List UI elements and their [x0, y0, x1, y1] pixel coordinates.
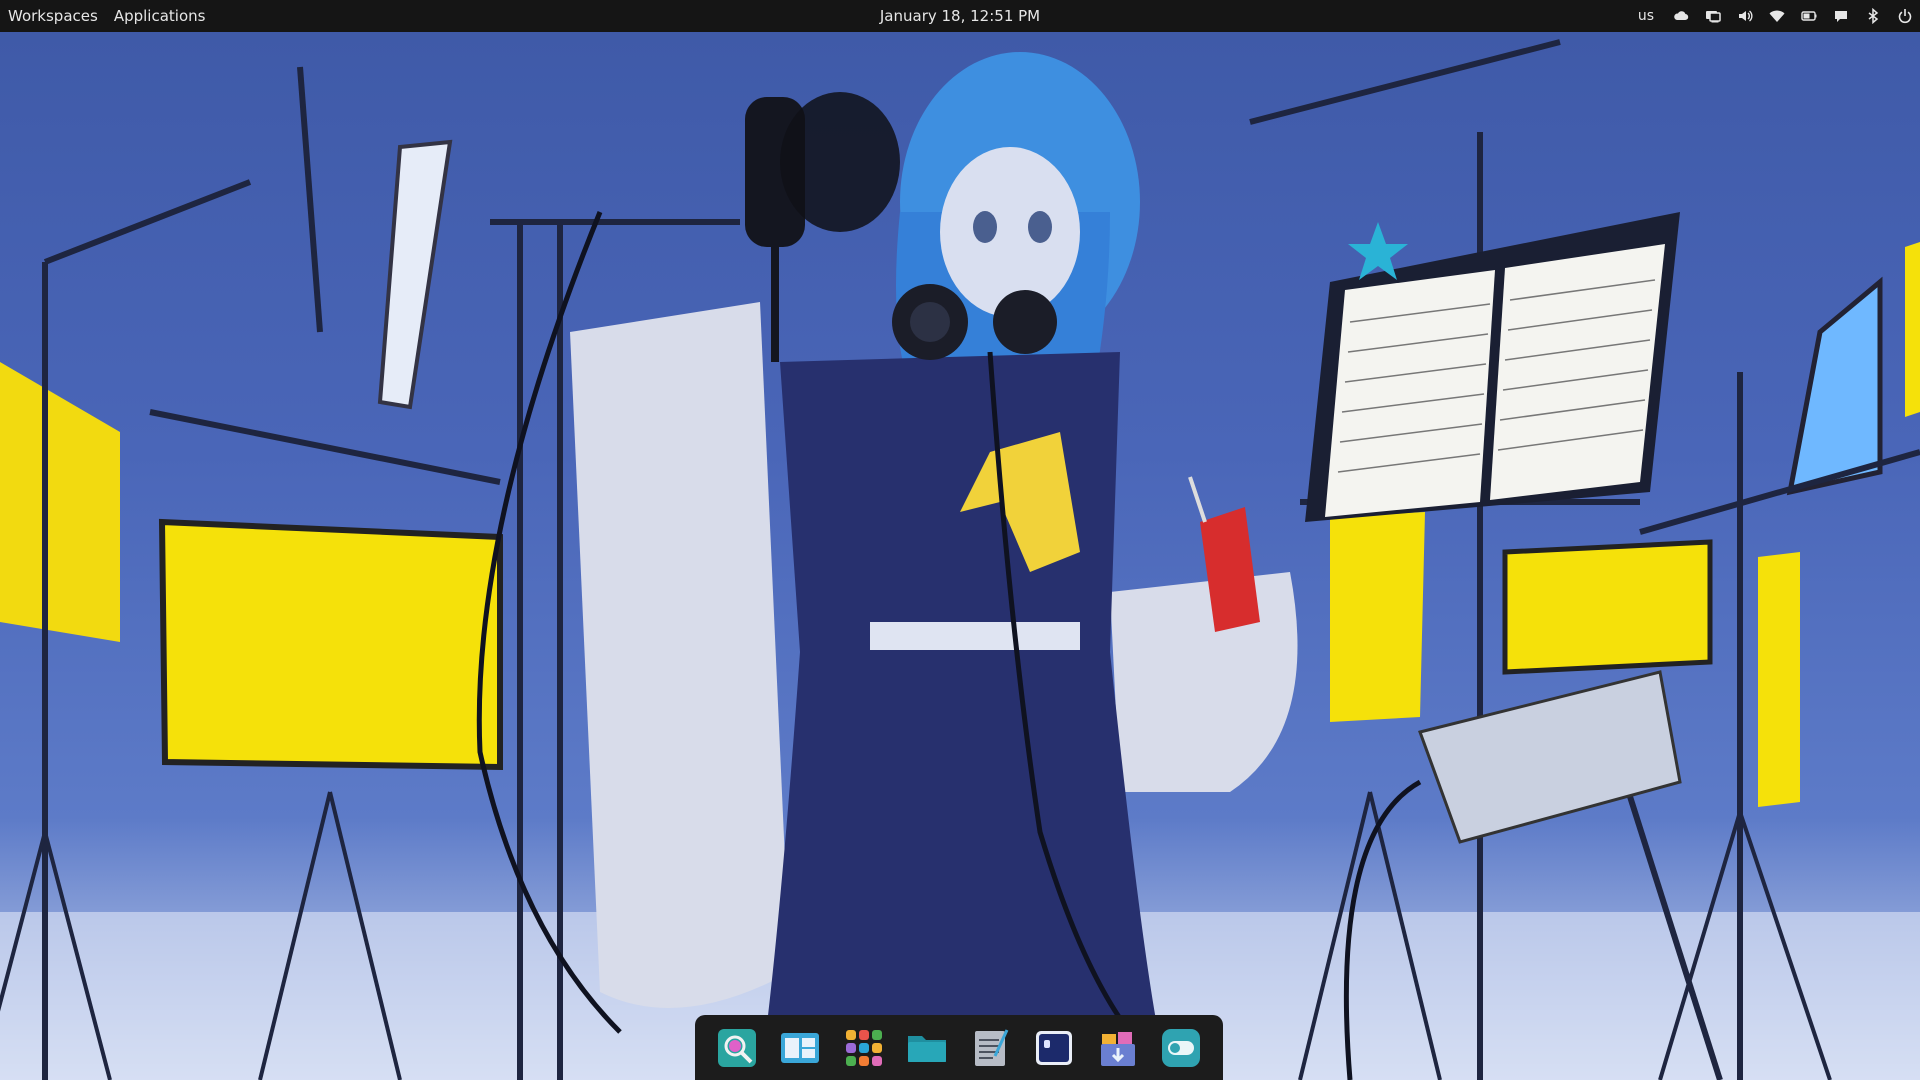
panel-left: Workspaces Applications [0, 0, 213, 32]
volume-icon[interactable] [1736, 7, 1754, 25]
power-icon[interactable] [1896, 7, 1914, 25]
top-panel: Workspaces Applications January 18, 12:5… [0, 0, 1920, 32]
applications-button[interactable]: Applications [106, 0, 214, 32]
dock [695, 1015, 1223, 1080]
notification-icon[interactable] [1832, 7, 1850, 25]
settings-toggle-icon[interactable] [1157, 1024, 1205, 1072]
desktop-wallpaper [0, 32, 1920, 1080]
bluetooth-icon[interactable] [1864, 7, 1882, 25]
keyboard-layout-indicator[interactable]: us [1638, 8, 1654, 24]
window-switcher-icon[interactable] [776, 1024, 824, 1072]
text-editor-icon[interactable] [967, 1024, 1015, 1072]
search-app-icon[interactable] [713, 1024, 761, 1072]
workspaces-button[interactable]: Workspaces [0, 0, 106, 32]
battery-icon[interactable] [1800, 7, 1818, 25]
wallpaper-illustration [0, 39, 1920, 1080]
cloud-icon[interactable] [1672, 7, 1690, 25]
app-grid-icon[interactable] [840, 1024, 888, 1072]
clock-button[interactable]: January 18, 12:51 PM [872, 0, 1048, 32]
store-installer-icon[interactable] [1094, 1024, 1142, 1072]
files-folder-icon[interactable] [903, 1024, 951, 1072]
wifi-icon[interactable] [1768, 7, 1786, 25]
system-tray: us [1638, 0, 1914, 32]
terminal-icon[interactable] [1030, 1024, 1078, 1072]
display-icon[interactable] [1704, 7, 1722, 25]
